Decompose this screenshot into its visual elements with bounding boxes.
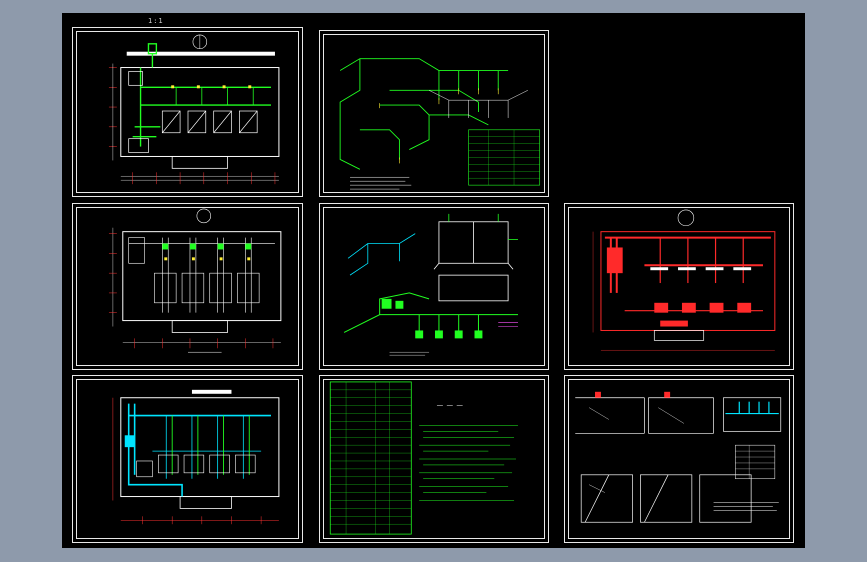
sheet-section-details[interactable] [564,375,794,543]
sheet-isometric-pipes-green[interactable] [319,30,549,197]
sheet-plan-green-pipes[interactable] [72,27,303,197]
canvas-label: 1:1 [148,17,164,25]
sheet-equipment-table-notes[interactable] [319,375,549,543]
sheet-plan-white-equipment[interactable] [72,203,303,370]
sheet-isometric-section-mixed[interactable] [319,203,549,370]
sheet-plan-cyan-pipes[interactable] [72,375,303,543]
drawing-canvas[interactable]: 1:1 [62,13,805,548]
sheet-plan-red-pipes[interactable] [564,203,794,370]
